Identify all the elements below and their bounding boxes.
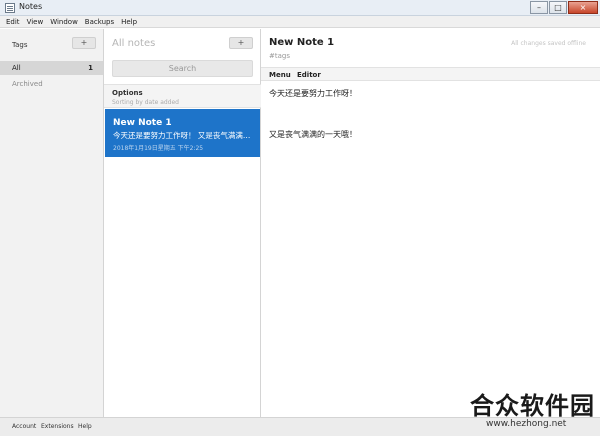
menu-backups[interactable]: Backups xyxy=(85,16,114,27)
search-input[interactable]: Search xyxy=(112,60,253,77)
note-item-preview: 今天还是要努力工作呀！ 又是丧气满满的一天哦！ xyxy=(113,131,255,140)
window-controls: – □ × xyxy=(529,1,598,14)
minimize-button[interactable]: – xyxy=(530,1,548,14)
options-label: Options xyxy=(112,89,143,97)
editor-text-line[interactable]: 又是丧气满满的一天哦！ xyxy=(269,129,357,140)
add-tag-button[interactable]: + xyxy=(72,37,96,49)
note-item-title: New Note 1 xyxy=(113,118,172,128)
menu-bar: Edit View Window Backups Help xyxy=(0,16,600,28)
notes-app-icon xyxy=(5,3,15,13)
watermark-url: www.hezhong.net xyxy=(486,419,567,429)
note-item-date: 2018年1月19日星期五 下午2:25 xyxy=(113,145,204,152)
add-note-button[interactable]: + xyxy=(229,37,253,49)
tag-all-label: All xyxy=(12,64,21,72)
footer-help-link[interactable]: Help xyxy=(78,423,92,430)
tags-panel: Tags + All 1 Archived xyxy=(0,29,104,417)
title-bar: Notes – □ × xyxy=(0,0,600,16)
menu-edit[interactable]: Edit xyxy=(6,16,20,27)
close-button[interactable]: × xyxy=(568,1,598,14)
tab-menu[interactable]: Menu xyxy=(269,71,291,79)
editor-text-line[interactable]: 今天还是要努力工作呀！ xyxy=(269,88,357,99)
tag-item-all[interactable]: All 1 xyxy=(0,61,103,75)
options-bar[interactable]: Options Sorting by date added xyxy=(104,84,261,108)
save-status: All changes saved offline xyxy=(511,40,586,47)
editor-tab-bar: Menu Editor xyxy=(261,67,600,81)
note-title-input[interactable]: New Note 1 xyxy=(269,37,334,48)
watermark-logo: 合众软件园 xyxy=(470,392,595,420)
tab-editor[interactable]: Editor xyxy=(297,71,321,79)
tag-item-archived[interactable]: Archived xyxy=(12,80,43,88)
footer-extensions-link[interactable]: Extensions xyxy=(41,423,74,430)
editor-panel: New Note 1 #tags All changes saved offli… xyxy=(261,29,600,417)
tags-header: Tags xyxy=(12,41,28,49)
note-tags-input[interactable]: #tags xyxy=(269,52,290,60)
note-list-item[interactable]: New Note 1 今天还是要努力工作呀！ 又是丧气满满的一天哦！ 2018年… xyxy=(105,109,260,157)
notes-list-panel: All notes + Search Options Sorting by da… xyxy=(104,29,261,417)
site-watermark: 合众软件园 www.hezhong.net xyxy=(470,386,598,434)
menu-help[interactable]: Help xyxy=(121,16,137,27)
sort-label: Sorting by date added xyxy=(112,99,179,106)
notes-list-header: All notes xyxy=(112,38,156,49)
tag-all-count: 1 xyxy=(88,64,93,72)
footer-account-link[interactable]: Account xyxy=(12,423,36,430)
maximize-button[interactable]: □ xyxy=(549,1,567,14)
menu-view[interactable]: View xyxy=(27,16,44,27)
menu-window[interactable]: Window xyxy=(50,16,78,27)
window-title: Notes xyxy=(19,2,43,11)
